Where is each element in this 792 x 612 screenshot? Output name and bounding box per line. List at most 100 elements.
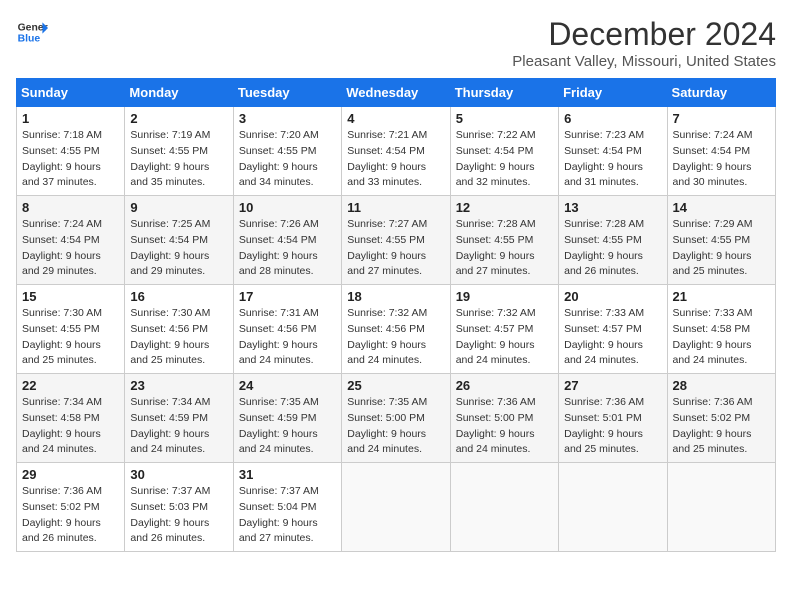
calendar-title: December 2024 (512, 16, 776, 53)
calendar-cell (450, 463, 558, 552)
day-number: 20 (564, 289, 661, 304)
calendar-cell: 25 Sunrise: 7:35 AMSunset: 5:00 PMDaylig… (342, 374, 450, 463)
weekday-header: Friday (559, 79, 667, 107)
day-number: 31 (239, 467, 336, 482)
day-number: 21 (673, 289, 770, 304)
day-number: 17 (239, 289, 336, 304)
calendar-subtitle: Pleasant Valley, Missouri, United States (512, 53, 776, 70)
calendar-cell: 6 Sunrise: 7:23 AMSunset: 4:54 PMDayligh… (559, 107, 667, 196)
day-number: 25 (347, 378, 444, 393)
day-info: Sunrise: 7:33 AMSunset: 4:58 PMDaylight:… (673, 307, 753, 366)
calendar-cell: 9 Sunrise: 7:25 AMSunset: 4:54 PMDayligh… (125, 196, 233, 285)
day-number: 4 (347, 111, 444, 126)
day-info: Sunrise: 7:35 AMSunset: 5:00 PMDaylight:… (347, 396, 427, 455)
calendar-cell: 11 Sunrise: 7:27 AMSunset: 4:55 PMDaylig… (342, 196, 450, 285)
day-info: Sunrise: 7:31 AMSunset: 4:56 PMDaylight:… (239, 307, 319, 366)
day-number: 12 (456, 200, 553, 215)
calendar-cell (559, 463, 667, 552)
day-info: Sunrise: 7:32 AMSunset: 4:57 PMDaylight:… (456, 307, 536, 366)
weekday-header: Saturday (667, 79, 775, 107)
calendar-cell: 24 Sunrise: 7:35 AMSunset: 4:59 PMDaylig… (233, 374, 341, 463)
day-number: 27 (564, 378, 661, 393)
calendar-cell: 16 Sunrise: 7:30 AMSunset: 4:56 PMDaylig… (125, 285, 233, 374)
calendar-cell: 18 Sunrise: 7:32 AMSunset: 4:56 PMDaylig… (342, 285, 450, 374)
day-info: Sunrise: 7:28 AMSunset: 4:55 PMDaylight:… (456, 218, 536, 277)
calendar-cell: 30 Sunrise: 7:37 AMSunset: 5:03 PMDaylig… (125, 463, 233, 552)
calendar-cell: 19 Sunrise: 7:32 AMSunset: 4:57 PMDaylig… (450, 285, 558, 374)
day-info: Sunrise: 7:35 AMSunset: 4:59 PMDaylight:… (239, 396, 319, 455)
day-info: Sunrise: 7:33 AMSunset: 4:57 PMDaylight:… (564, 307, 644, 366)
day-info: Sunrise: 7:30 AMSunset: 4:56 PMDaylight:… (130, 307, 210, 366)
day-info: Sunrise: 7:37 AMSunset: 5:04 PMDaylight:… (239, 485, 319, 544)
weekday-header: Monday (125, 79, 233, 107)
day-info: Sunrise: 7:21 AMSunset: 4:54 PMDaylight:… (347, 129, 427, 188)
day-number: 11 (347, 200, 444, 215)
day-info: Sunrise: 7:36 AMSunset: 5:01 PMDaylight:… (564, 396, 644, 455)
day-number: 23 (130, 378, 227, 393)
calendar-week-row: 15 Sunrise: 7:30 AMSunset: 4:55 PMDaylig… (17, 285, 776, 374)
calendar-cell: 27 Sunrise: 7:36 AMSunset: 5:01 PMDaylig… (559, 374, 667, 463)
calendar-cell (667, 463, 775, 552)
day-number: 26 (456, 378, 553, 393)
calendar-cell: 3 Sunrise: 7:20 AMSunset: 4:55 PMDayligh… (233, 107, 341, 196)
day-info: Sunrise: 7:36 AMSunset: 5:02 PMDaylight:… (673, 396, 753, 455)
calendar-week-row: 1 Sunrise: 7:18 AMSunset: 4:55 PMDayligh… (17, 107, 776, 196)
weekday-header: Thursday (450, 79, 558, 107)
day-number: 16 (130, 289, 227, 304)
day-info: Sunrise: 7:30 AMSunset: 4:55 PMDaylight:… (22, 307, 102, 366)
day-number: 29 (22, 467, 119, 482)
day-number: 24 (239, 378, 336, 393)
weekday-header: Sunday (17, 79, 125, 107)
day-info: Sunrise: 7:20 AMSunset: 4:55 PMDaylight:… (239, 129, 319, 188)
day-info: Sunrise: 7:19 AMSunset: 4:55 PMDaylight:… (130, 129, 210, 188)
day-number: 14 (673, 200, 770, 215)
calendar-table: SundayMondayTuesdayWednesdayThursdayFrid… (16, 78, 776, 552)
day-number: 28 (673, 378, 770, 393)
svg-text:Blue: Blue (18, 34, 41, 45)
calendar-cell: 28 Sunrise: 7:36 AMSunset: 5:02 PMDaylig… (667, 374, 775, 463)
calendar-cell: 26 Sunrise: 7:36 AMSunset: 5:00 PMDaylig… (450, 374, 558, 463)
calendar-cell: 14 Sunrise: 7:29 AMSunset: 4:55 PMDaylig… (667, 196, 775, 285)
day-number: 7 (673, 111, 770, 126)
calendar-cell (342, 463, 450, 552)
calendar-cell: 17 Sunrise: 7:31 AMSunset: 4:56 PMDaylig… (233, 285, 341, 374)
day-info: Sunrise: 7:24 AMSunset: 4:54 PMDaylight:… (673, 129, 753, 188)
day-info: Sunrise: 7:37 AMSunset: 5:03 PMDaylight:… (130, 485, 210, 544)
day-number: 10 (239, 200, 336, 215)
day-info: Sunrise: 7:25 AMSunset: 4:54 PMDaylight:… (130, 218, 210, 277)
day-number: 6 (564, 111, 661, 126)
day-number: 19 (456, 289, 553, 304)
calendar-cell: 1 Sunrise: 7:18 AMSunset: 4:55 PMDayligh… (17, 107, 125, 196)
calendar-cell: 8 Sunrise: 7:24 AMSunset: 4:54 PMDayligh… (17, 196, 125, 285)
day-info: Sunrise: 7:18 AMSunset: 4:55 PMDaylight:… (22, 129, 102, 188)
day-info: Sunrise: 7:34 AMSunset: 4:59 PMDaylight:… (130, 396, 210, 455)
day-number: 5 (456, 111, 553, 126)
day-number: 1 (22, 111, 119, 126)
day-number: 9 (130, 200, 227, 215)
title-area: December 2024 Pleasant Valley, Missouri,… (512, 16, 776, 70)
day-number: 22 (22, 378, 119, 393)
weekday-header-row: SundayMondayTuesdayWednesdayThursdayFrid… (17, 79, 776, 107)
day-number: 13 (564, 200, 661, 215)
day-info: Sunrise: 7:26 AMSunset: 4:54 PMDaylight:… (239, 218, 319, 277)
calendar-cell: 29 Sunrise: 7:36 AMSunset: 5:02 PMDaylig… (17, 463, 125, 552)
calendar-cell: 21 Sunrise: 7:33 AMSunset: 4:58 PMDaylig… (667, 285, 775, 374)
day-number: 2 (130, 111, 227, 126)
calendar-cell: 23 Sunrise: 7:34 AMSunset: 4:59 PMDaylig… (125, 374, 233, 463)
calendar-cell: 7 Sunrise: 7:24 AMSunset: 4:54 PMDayligh… (667, 107, 775, 196)
day-number: 8 (22, 200, 119, 215)
logo-icon: General Blue (16, 16, 48, 48)
calendar-cell: 13 Sunrise: 7:28 AMSunset: 4:55 PMDaylig… (559, 196, 667, 285)
calendar-cell: 20 Sunrise: 7:33 AMSunset: 4:57 PMDaylig… (559, 285, 667, 374)
calendar-cell: 10 Sunrise: 7:26 AMSunset: 4:54 PMDaylig… (233, 196, 341, 285)
calendar-cell: 12 Sunrise: 7:28 AMSunset: 4:55 PMDaylig… (450, 196, 558, 285)
day-info: Sunrise: 7:29 AMSunset: 4:55 PMDaylight:… (673, 218, 753, 277)
day-number: 18 (347, 289, 444, 304)
day-info: Sunrise: 7:24 AMSunset: 4:54 PMDaylight:… (22, 218, 102, 277)
day-number: 30 (130, 467, 227, 482)
header: General Blue December 2024 Pleasant Vall… (16, 16, 776, 70)
calendar-week-row: 29 Sunrise: 7:36 AMSunset: 5:02 PMDaylig… (17, 463, 776, 552)
calendar-cell: 22 Sunrise: 7:34 AMSunset: 4:58 PMDaylig… (17, 374, 125, 463)
day-number: 15 (22, 289, 119, 304)
weekday-header: Tuesday (233, 79, 341, 107)
